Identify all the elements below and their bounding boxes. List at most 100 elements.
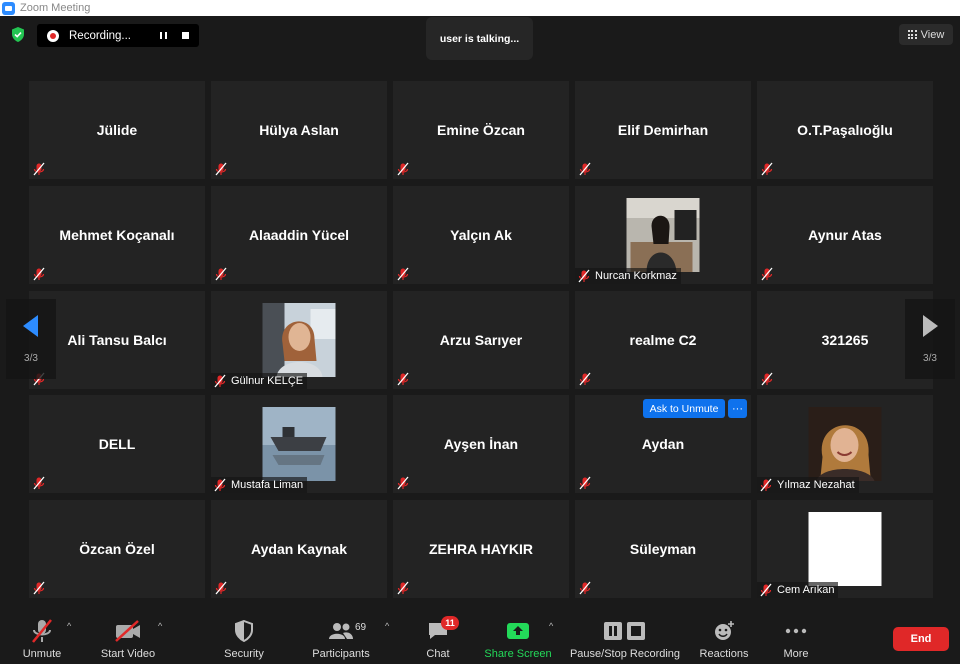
unmute-label: Unmute xyxy=(22,648,62,660)
mic-muted-icon xyxy=(579,476,591,490)
mic-muted-icon xyxy=(761,372,773,386)
meeting-toolbar: Unmute ^ Start Video ^ Security Particip… xyxy=(0,606,960,664)
participant-tile-mehmet-kocanal[interactable]: Mehmet Koçanalı xyxy=(29,186,205,284)
participant-name: Jülide xyxy=(96,122,138,138)
mic-muted-icon xyxy=(33,162,45,176)
participants-label: Participants xyxy=(312,648,370,660)
participant-name: Özcan Özel xyxy=(79,541,155,557)
audio-options-caret-icon[interactable]: ^ xyxy=(67,621,71,631)
participant-tile-emine-ozcan[interactable]: Emine Özcan xyxy=(393,81,569,179)
participant-tile-aydan-kaynak[interactable]: Aydan Kaynak xyxy=(211,500,387,598)
participant-tile-julide[interactable]: Jülide xyxy=(29,81,205,179)
participant-name: O.T.Paşalıoğlu xyxy=(797,122,893,138)
participant-tile-arzu-sar-yer[interactable]: Arzu Sarıyer xyxy=(393,291,569,389)
security-label: Security xyxy=(224,648,264,660)
chat-button[interactable]: Chat xyxy=(420,606,456,664)
participant-video xyxy=(262,407,336,481)
start-video-label: Start Video xyxy=(100,648,156,660)
mic-muted-icon xyxy=(760,478,772,492)
participant-tile-mustafa-liman[interactable]: Mustafa Liman xyxy=(211,395,387,493)
participant-label: Yılmaz Nezahat xyxy=(757,477,859,493)
participant-tile-gulnur-kelce[interactable]: Gülnur KELÇE xyxy=(211,291,387,389)
participant-tile-zehra-haykir[interactable]: ZEHRA HAYKIR xyxy=(393,500,569,598)
participant-name: Emine Özcan xyxy=(437,122,525,138)
participants-button[interactable]: Participants xyxy=(310,606,372,664)
pause-recording-button[interactable] xyxy=(153,25,173,45)
page-indicator-right: 3/3 xyxy=(923,352,937,364)
mic-muted-icon xyxy=(215,267,227,281)
ask-to-unmute-button[interactable]: Ask to Unmute xyxy=(643,399,725,418)
view-button-label: View xyxy=(920,28,945,41)
reactions-smiley-icon xyxy=(715,621,734,640)
chat-label: Chat xyxy=(426,648,450,660)
mic-muted-icon xyxy=(578,269,590,283)
recording-dot-icon xyxy=(47,29,59,42)
view-button[interactable]: View xyxy=(899,24,953,45)
participant-tile-aynur-atas[interactable]: Aynur Atas xyxy=(757,186,933,284)
participant-name: Mustafa Liman xyxy=(231,479,304,491)
zoom-logo-icon xyxy=(2,1,15,15)
security-button[interactable]: Security xyxy=(218,606,270,664)
end-meeting-button[interactable]: End xyxy=(893,627,949,651)
more-button[interactable]: More xyxy=(776,606,816,664)
participant-tile-aydan[interactable]: Aydan Ask to Unmute ··· xyxy=(575,395,751,493)
title-bar: Zoom Meeting xyxy=(0,0,960,16)
participant-tile-suleyman[interactable]: Süleyman xyxy=(575,500,751,598)
participant-label: Nurcan Korkmaz xyxy=(575,268,681,284)
participant-more-options-button[interactable]: ··· xyxy=(728,399,747,418)
participant-name: Nurcan Korkmaz xyxy=(595,270,677,282)
start-video-button[interactable]: Start Video xyxy=(98,606,158,664)
stop-recording-button[interactable] xyxy=(175,25,195,45)
video-options-caret-icon[interactable]: ^ xyxy=(158,621,162,631)
participant-tile-yalc-n-ak[interactable]: Yalçın Ak xyxy=(393,186,569,284)
mic-muted-icon xyxy=(761,162,773,176)
mic-muted-icon xyxy=(214,374,226,388)
participant-name: DELL xyxy=(98,436,136,452)
previous-page-button[interactable]: 3/3 xyxy=(6,299,56,379)
mic-muted-icon xyxy=(214,478,226,492)
mic-muted-icon xyxy=(215,162,227,176)
encryption-shield-icon[interactable] xyxy=(10,26,26,43)
page-indicator-left: 3/3 xyxy=(24,352,38,364)
participant-name: Yılmaz Nezahat xyxy=(777,479,855,491)
talking-indicator: user is talking... xyxy=(426,17,533,60)
participant-tile-realme-c2[interactable]: realme C2 xyxy=(575,291,751,389)
share-screen-button[interactable]: Share Screen xyxy=(483,606,553,664)
participants-options-caret-icon[interactable]: ^ xyxy=(385,621,389,631)
window-title: Zoom Meeting xyxy=(20,2,91,14)
mic-muted-icon xyxy=(579,372,591,386)
participant-tile-o-t-pasal-oglu[interactable]: O.T.Paşalıoğlu xyxy=(757,81,933,179)
pause-stop-recording-button[interactable]: Pause/Stop Recording xyxy=(568,606,682,664)
participant-tile-nurcan-korkmaz[interactable]: Nurcan Korkmaz xyxy=(575,186,751,284)
participant-name: Hülya Aslan xyxy=(259,122,339,138)
pause-stop-recording-label: Pause/Stop Recording xyxy=(569,648,681,660)
mic-muted-icon xyxy=(397,372,409,386)
mic-muted-icon xyxy=(397,581,409,595)
participant-tile-y-lmaz-nezahat[interactable]: Yılmaz Nezahat xyxy=(757,395,933,493)
participant-tile-elif-demirhan[interactable]: Elif Demirhan xyxy=(575,81,751,179)
participant-label: Cem Arıkan xyxy=(757,582,839,598)
chat-unread-badge: 11 xyxy=(441,616,459,630)
mic-muted-icon xyxy=(579,581,591,595)
reactions-button[interactable]: Reactions xyxy=(696,606,752,664)
mic-muted-icon xyxy=(33,267,45,281)
recording-indicator: Recording... xyxy=(37,24,199,47)
mic-muted-icon xyxy=(33,581,45,595)
next-page-button[interactable]: 3/3 xyxy=(905,299,955,379)
share-options-caret-icon[interactable]: ^ xyxy=(549,621,553,631)
participant-tile-aysen-inan[interactable]: Ayşen İnan xyxy=(393,395,569,493)
participant-video xyxy=(808,512,882,586)
stop-icon xyxy=(181,31,189,39)
video-off-icon xyxy=(115,620,140,642)
participant-tile-ozcan-ozel[interactable]: Özcan Özel xyxy=(29,500,205,598)
participant-name: Aydan Kaynak xyxy=(251,541,347,557)
mic-muted-icon xyxy=(761,267,773,281)
participant-tile-alaaddin-yucel[interactable]: Alaaddin Yücel xyxy=(211,186,387,284)
participant-tile-dell[interactable]: DELL xyxy=(29,395,205,493)
participant-tile-cem-ar-kan[interactable]: Cem Arıkan xyxy=(757,500,933,598)
participant-tile-hulya-aslan[interactable]: Hülya Aslan xyxy=(211,81,387,179)
participant-name: Yalçın Ak xyxy=(450,227,512,243)
unmute-button[interactable]: Unmute xyxy=(16,606,68,664)
participant-name: Ayşen İnan xyxy=(443,436,519,452)
participant-name: Mehmet Koçanalı xyxy=(59,227,175,243)
